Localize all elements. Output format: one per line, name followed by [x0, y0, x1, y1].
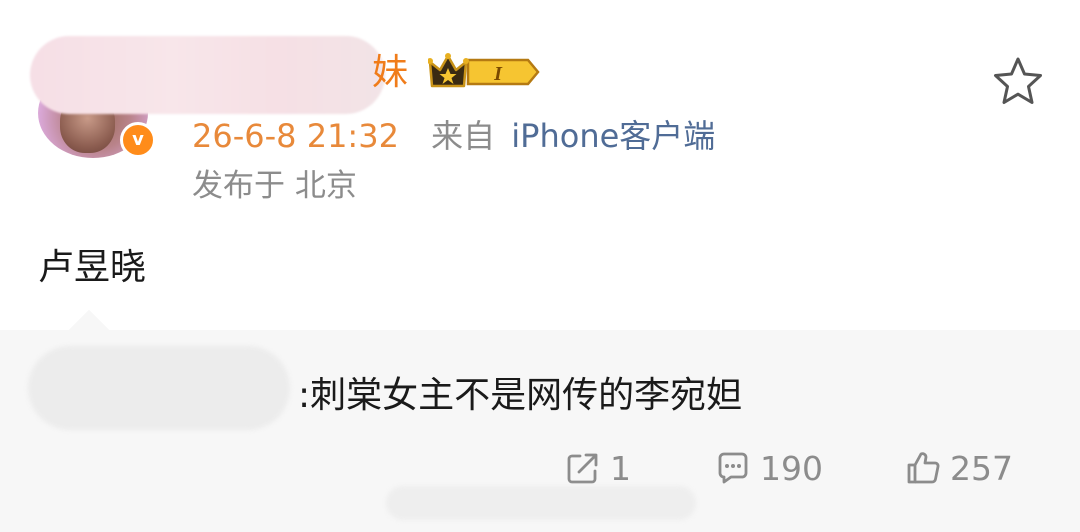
repost-button[interactable]: 1 [564, 446, 631, 490]
share-icon [567, 453, 598, 484]
retweet-author-blurred[interactable] [28, 346, 290, 430]
like-count: 257 [950, 448, 1013, 488]
comment-icon [718, 452, 748, 484]
like-button[interactable]: 257 [904, 446, 1013, 490]
post-timestamp: 26-6-8 21:32 [192, 117, 399, 155]
post-location: 发布于 北京 [192, 168, 357, 204]
thumbs-up-icon [907, 452, 940, 484]
verified-v-icon: v [120, 122, 156, 158]
post-text: 卢昱晓 [38, 247, 147, 288]
star-outline-icon[interactable] [990, 54, 1046, 110]
author-name-tail[interactable]: 妹 [372, 50, 408, 96]
bottom-blurred-strip [386, 486, 696, 520]
comment-button[interactable]: 190 [714, 446, 823, 490]
source-prefix: 来自 [431, 117, 496, 155]
badge-level-text: I [493, 63, 503, 85]
retweet-text: :刺棠女主不是网传的李宛妲 [298, 375, 743, 416]
comment-count: 190 [760, 448, 823, 488]
member-crown-badge-icon[interactable]: I [428, 52, 540, 92]
post-meta: 26-6-8 21:32 来自 iPhone客户端 [192, 114, 715, 158]
repost-count: 1 [610, 448, 631, 488]
author-name-blurred[interactable] [30, 36, 385, 114]
source-device-link[interactable]: iPhone客户端 [511, 117, 715, 155]
